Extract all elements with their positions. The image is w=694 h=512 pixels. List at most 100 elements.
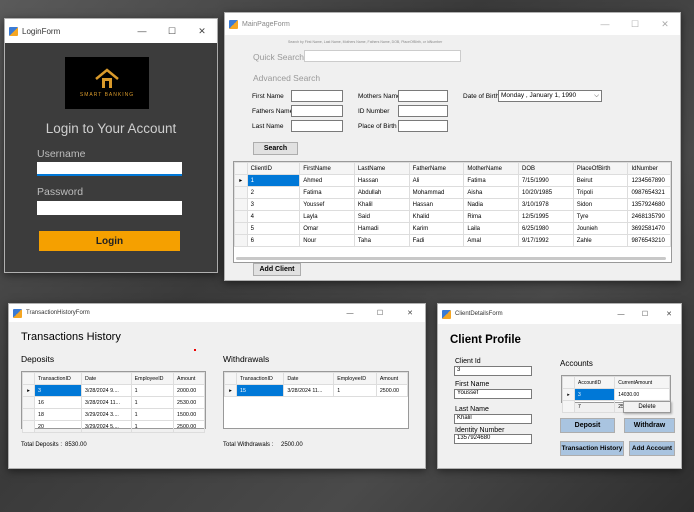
table-cell[interactable]: 1 (246, 174, 301, 187)
table-cell[interactable]: 3/28/2024 11... (81, 396, 132, 409)
table-cell[interactable]: Youssef (299, 198, 355, 211)
table-cell[interactable]: Beirut (572, 174, 629, 187)
table-cell[interactable]: 5 (246, 222, 301, 235)
table-cell[interactable]: 2530.00 (173, 396, 205, 409)
table-cell[interactable]: 6/25/1980 (518, 222, 574, 235)
table-cell[interactable]: Tyre (572, 210, 629, 223)
table-cell[interactable]: Fatima (299, 186, 355, 199)
id-number-input[interactable] (398, 105, 448, 117)
table-row[interactable]: 18 3/29/2024 3.... 1 1500.00 (22, 408, 205, 421)
maximize-button[interactable]: ☐ (633, 310, 657, 318)
client-column-header[interactable]: DOB (518, 162, 574, 175)
table-cell[interactable]: 3/28/2024 11... (283, 384, 335, 397)
delete-menu-item[interactable]: Delete (638, 404, 655, 410)
withdrawal-column-header[interactable]: EmployeeID (333, 372, 377, 385)
table-cell[interactable]: Rima (463, 210, 520, 223)
account-column-header[interactable]: AccountID (573, 376, 616, 389)
table-row[interactable]: 5 Omar Hamadi Karim Laila 6/25/1980 Jounieh 369… (234, 222, 671, 235)
table-cell[interactable]: 1 (130, 384, 175, 397)
add-client-button[interactable]: Add Client (253, 263, 301, 276)
table-cell[interactable]: Ali (408, 174, 465, 187)
row-header[interactable]: ▸ (562, 388, 575, 401)
table-cell[interactable]: Layla (299, 210, 355, 223)
table-cell[interactable]: Zahle (572, 234, 629, 247)
account-column-header[interactable]: CurrentAmount (614, 376, 670, 389)
password-input[interactable] (37, 201, 182, 215)
row-header[interactable] (234, 234, 248, 247)
deposit-column-header[interactable]: Amount (173, 372, 205, 385)
transaction-history-button[interactable]: Transaction History (560, 441, 624, 456)
table-cell[interactable]: 2 (246, 186, 301, 199)
table-cell[interactable]: 1234567890 (627, 174, 671, 187)
first-name-input[interactable] (291, 90, 343, 102)
row-header[interactable] (22, 420, 35, 433)
quick-search-input[interactable] (304, 50, 461, 62)
login-button[interactable]: Login (39, 231, 180, 251)
table-cell[interactable]: Karim (408, 222, 465, 235)
table-cell[interactable]: 2500.00 (173, 420, 205, 433)
table-cell[interactable]: 1 (130, 420, 175, 433)
deposit-column-header[interactable]: TransactionID (33, 372, 83, 385)
table-cell[interactable]: Tripoli (572, 186, 629, 199)
client-column-header[interactable]: FatherName (408, 162, 465, 175)
client-column-header[interactable]: IdNumber (627, 162, 671, 175)
table-cell[interactable]: Hamadi (353, 222, 410, 235)
row-header[interactable]: ▸ (224, 384, 237, 397)
table-cell[interactable]: 3 (573, 388, 616, 401)
table-row[interactable]: 6 Nour Taha Fadi Amal 9/17/1992 Zahle 987654321… (234, 234, 671, 247)
table-cell[interactable]: Nour (299, 234, 355, 247)
deposits-grid[interactable]: TransactionID Date EmployeeID Amount ▸ 3 3/28/… (21, 371, 206, 433)
table-row[interactable]: 2 Fatima Abdullah Mohammad Aisha 10/20/1985 Tr… (234, 186, 671, 199)
table-cell[interactable]: 10/20/1985 (518, 186, 574, 199)
client-column-header[interactable]: PlaceOfBirth (572, 162, 629, 175)
table-cell[interactable]: Sidon (572, 198, 629, 211)
table-cell[interactable]: 9/17/1992 (518, 234, 574, 247)
table-cell[interactable]: Omar (299, 222, 355, 235)
withdrawal-column-header[interactable]: TransactionID (235, 372, 285, 385)
deposit-column-header[interactable]: Date (81, 372, 132, 385)
search-button[interactable]: Search (253, 142, 298, 155)
row-header[interactable] (234, 186, 248, 199)
maximize-button[interactable]: ☐ (365, 309, 395, 317)
withdraw-button[interactable]: Withdraw (624, 418, 675, 433)
client-column-header[interactable]: ClientID (246, 162, 301, 175)
table-cell[interactable]: 2468135790 (627, 210, 671, 223)
row-header[interactable] (22, 408, 35, 421)
table-cell[interactable]: 1 (130, 396, 175, 409)
withdrawal-column-header[interactable]: Amount (375, 372, 409, 385)
withdrawal-column-header[interactable]: Date (283, 372, 335, 385)
table-cell[interactable]: 3692581470 (627, 222, 671, 235)
table-cell[interactable]: 2500.00 (375, 384, 409, 397)
table-row[interactable]: 16 3/28/2024 11... 1 2530.00 (22, 396, 205, 409)
maximize-button[interactable]: ☐ (620, 19, 650, 30)
dob-picker[interactable]: Monday , January 1, 1990 ⌵ (498, 90, 602, 102)
first-name-field[interactable]: Youssef (454, 389, 532, 399)
row-header[interactable] (22, 396, 35, 409)
table-cell[interactable]: Mohammad (408, 186, 465, 199)
row-header[interactable] (234, 210, 248, 223)
table-cell[interactable]: 2000.00 (173, 384, 205, 397)
table-cell[interactable]: 3/10/1978 (518, 198, 574, 211)
row-header[interactable]: ▸ (22, 384, 35, 397)
client-column-header[interactable]: FirstName (299, 162, 355, 175)
table-cell[interactable]: 1 (333, 384, 377, 397)
table-cell[interactable]: 0987654321 (627, 186, 671, 199)
table-cell[interactable]: Laila (463, 222, 520, 235)
close-button[interactable]: ✕ (187, 26, 217, 37)
chevron-down-icon[interactable]: ⌵ (594, 92, 599, 100)
table-row[interactable]: ▸ 3 14030.00 (562, 388, 670, 401)
table-row[interactable]: ▸ 3 3/28/2024 9.... 1 2000.00 (22, 384, 205, 397)
table-cell[interactable]: Taha (353, 234, 410, 247)
table-cell[interactable]: 14030.00 (614, 388, 670, 401)
table-cell[interactable]: 12/5/1995 (518, 210, 574, 223)
mothers-name-input[interactable] (398, 90, 448, 102)
table-cell[interactable]: Ahmed (299, 174, 355, 187)
table-cell[interactable]: 3/28/2024 9.... (81, 384, 132, 397)
table-row[interactable]: ▸ 1 Ahmed Hassan Ali Fatima 7/15/1990 Beirut 123… (234, 174, 671, 187)
table-cell[interactable]: Khalid (408, 210, 465, 223)
close-button[interactable]: ✕ (657, 310, 681, 318)
row-header[interactable] (234, 222, 248, 235)
table-cell[interactable]: Jounieh (572, 222, 629, 235)
fathers-name-input[interactable] (291, 105, 343, 117)
last-name-field[interactable]: Khalil (454, 414, 532, 424)
